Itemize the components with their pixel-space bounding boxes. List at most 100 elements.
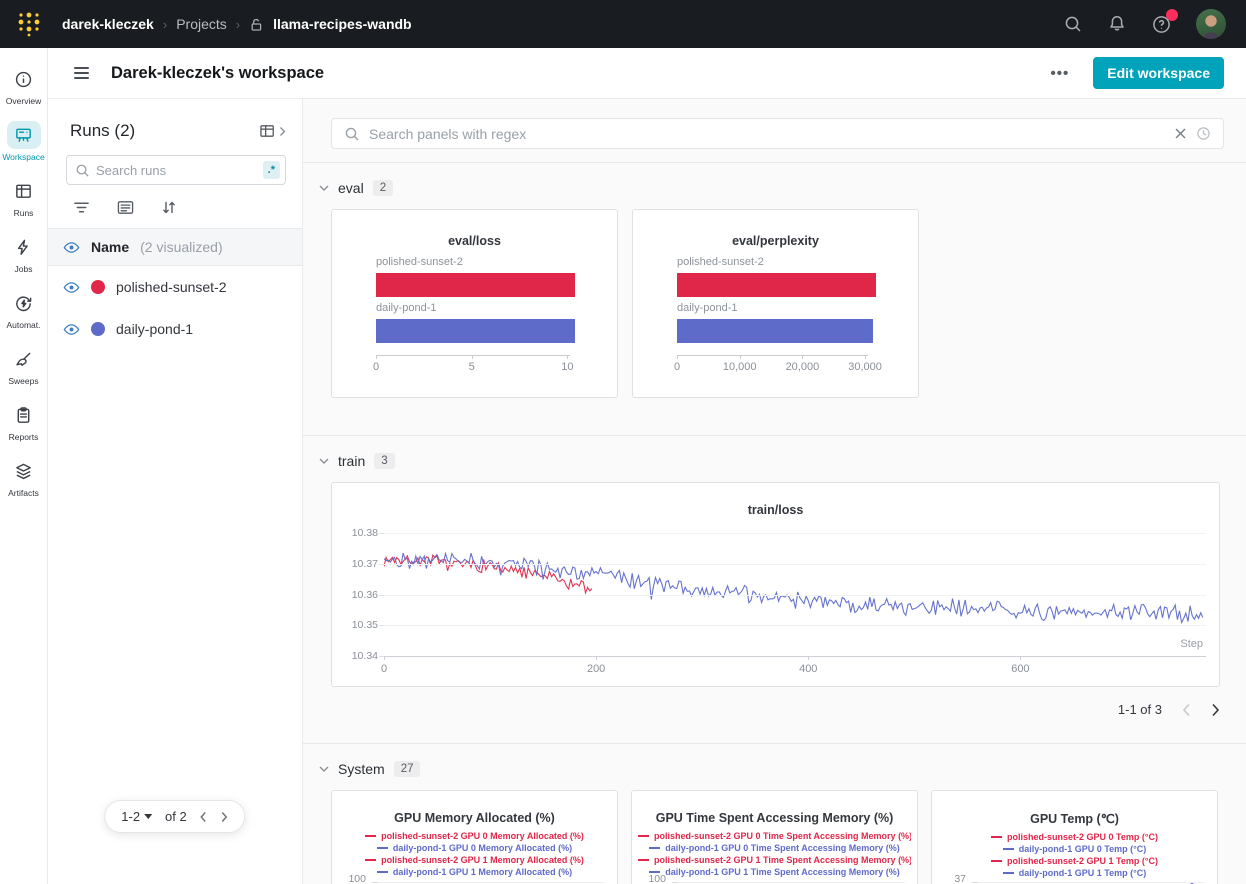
- legend-item[interactable]: daily-pond-1 GPU 1 Time Spent Accessing …: [649, 866, 900, 877]
- legend-item[interactable]: daily-pond-1 GPU 0 Memory Allocated (%): [377, 842, 572, 853]
- help-button[interactable]: [1151, 14, 1172, 35]
- section-header-eval[interactable]: eval 2: [303, 163, 1246, 196]
- section-header-train[interactable]: train 3: [303, 436, 1246, 469]
- notifications-bell-icon[interactable]: [1107, 14, 1127, 34]
- panel-gpu-temp[interactable]: GPU Temp (℃) polished-sunset-2 GPU 0 Tem…: [931, 790, 1218, 884]
- sidebar-item-artifacts[interactable]: Artifacts: [0, 450, 48, 506]
- sidebar-item-label: Runs: [14, 208, 34, 218]
- search-icon[interactable]: [1063, 14, 1083, 34]
- sidebar-item-workspace[interactable]: Workspace: [0, 114, 48, 170]
- legend-swatch: [649, 847, 660, 849]
- wandb-logo[interactable]: [12, 7, 46, 41]
- run-row-polished-sunset-2[interactable]: polished-sunset-2: [48, 266, 302, 308]
- line-plot: 10090: [332, 879, 605, 884]
- chevron-down-icon: [319, 765, 329, 773]
- run-name[interactable]: polished-sunset-2: [116, 279, 227, 295]
- y-tick-label: 100: [332, 873, 366, 884]
- legend-item[interactable]: polished-sunset-2 GPU 0 Memory Allocated…: [365, 830, 584, 841]
- search-icon: [75, 163, 90, 178]
- legend-item[interactable]: polished-sunset-2 GPU 1 Memory Allocated…: [365, 854, 584, 865]
- legend-swatch: [377, 847, 388, 849]
- x-tick-label: 5: [469, 361, 475, 373]
- search-history-icon[interactable]: [1196, 126, 1211, 141]
- section-count-badge: 3: [374, 453, 394, 469]
- bar[interactable]: [376, 319, 575, 343]
- x-axis-line: [677, 355, 868, 356]
- left-sidebar: Overview Workspace Runs: [0, 48, 48, 884]
- eye-icon[interactable]: [63, 322, 80, 337]
- bar[interactable]: [376, 273, 575, 297]
- x-axis-tick: [808, 656, 809, 660]
- bar[interactable]: [677, 319, 873, 343]
- legend-label: polished-sunset-2 GPU 1 Time Spent Acces…: [654, 855, 911, 865]
- more-options-button[interactable]: •••: [1051, 65, 1070, 82]
- breadcrumb-project[interactable]: llama-recipes-wandb: [273, 16, 412, 32]
- y-tick-label: 10.37: [338, 558, 378, 570]
- regex-toggle-button[interactable]: .*: [263, 161, 280, 179]
- next-page-button[interactable]: [221, 811, 229, 823]
- legend-item[interactable]: polished-sunset-2 GPU 0 Time Spent Acces…: [638, 830, 911, 841]
- panel-search-input[interactable]: [369, 126, 1165, 142]
- sidebar-item-jobs[interactable]: Jobs: [0, 226, 48, 282]
- panel-train-loss[interactable]: train/loss Step 10.3410.3510.3610.3710.3…: [331, 482, 1220, 687]
- clipboard-icon: [7, 401, 41, 429]
- x-axis-tick: [865, 355, 866, 359]
- breadcrumb-user[interactable]: darek-kleczek: [62, 16, 154, 32]
- previous-page-button[interactable]: [200, 811, 208, 823]
- breadcrumb-projects[interactable]: Projects: [176, 16, 227, 32]
- panel-eval-loss[interactable]: eval/loss polished-sunset-2daily-pond-10…: [331, 209, 618, 398]
- group-list-icon[interactable]: [117, 200, 134, 215]
- legend-item[interactable]: daily-pond-1 GPU 1 Temp (°C): [1003, 867, 1146, 878]
- filter-icon[interactable]: [73, 200, 90, 215]
- section-header-system[interactable]: System 27: [303, 744, 1246, 777]
- previous-panel-page-button[interactable]: [1182, 703, 1191, 717]
- section-count-badge: 2: [373, 180, 393, 196]
- sidebar-item-runs[interactable]: Runs: [0, 170, 48, 226]
- panel-eval-perplexity[interactable]: eval/perplexity polished-sunset-2daily-p…: [632, 209, 919, 398]
- clear-search-icon[interactable]: [1174, 127, 1187, 140]
- runs-search-input[interactable]: [96, 163, 257, 178]
- legend-item[interactable]: polished-sunset-2 GPU 0 Temp (°C): [991, 831, 1158, 842]
- legend-label: polished-sunset-2 GPU 0 Time Spent Acces…: [654, 831, 911, 841]
- legend-swatch: [1003, 872, 1014, 874]
- menu-hamburger-icon[interactable]: [74, 67, 89, 79]
- legend-label: polished-sunset-2 GPU 1 Memory Allocated…: [381, 855, 584, 865]
- legend-swatch: [365, 835, 376, 837]
- section-name: System: [338, 761, 385, 777]
- panel-gpu-memory-allocated[interactable]: GPU Memory Allocated (%) polished-sunset…: [331, 790, 618, 884]
- sidebar-item-sweeps[interactable]: Sweeps: [0, 338, 48, 394]
- edit-workspace-button[interactable]: Edit workspace: [1093, 57, 1224, 89]
- legend-item[interactable]: polished-sunset-2 GPU 1 Temp (°C): [991, 855, 1158, 866]
- eye-icon[interactable]: [63, 240, 80, 255]
- run-name[interactable]: daily-pond-1: [116, 321, 193, 337]
- x-tick-label: 10: [561, 361, 573, 373]
- next-panel-page-button[interactable]: [1211, 703, 1220, 717]
- y-axis-tick: [379, 533, 384, 534]
- legend-item[interactable]: daily-pond-1 GPU 0 Temp (°C): [1003, 843, 1146, 854]
- legend-item[interactable]: polished-sunset-2 GPU 1 Time Spent Acces…: [638, 854, 911, 865]
- legend-item[interactable]: daily-pond-1 GPU 0 Time Spent Accessing …: [649, 842, 900, 853]
- expand-runs-table-button[interactable]: [260, 124, 286, 139]
- sidebar-item-reports[interactable]: Reports: [0, 394, 48, 450]
- user-avatar[interactable]: [1196, 9, 1226, 39]
- page-total-label: of 2: [165, 809, 187, 824]
- legend-item[interactable]: daily-pond-1 GPU 1 Memory Allocated (%): [377, 866, 572, 877]
- x-tick-label: 600: [1011, 663, 1029, 675]
- breadcrumb-separator: ›: [163, 17, 167, 32]
- panel-gpu-time-accessing-memory[interactable]: GPU Time Spent Accessing Memory (%) poli…: [631, 790, 918, 884]
- lightning-icon: [7, 233, 41, 261]
- line-plot: 3736.5: [932, 879, 1205, 884]
- sort-icon[interactable]: [161, 200, 177, 215]
- page-range-dropdown[interactable]: 1-2: [121, 809, 152, 824]
- sidebar-item-automations[interactable]: Automat.: [0, 282, 48, 338]
- x-tick-label: 10,000: [723, 361, 757, 373]
- sidebar-item-overview[interactable]: Overview: [0, 58, 48, 114]
- run-row-daily-pond-1[interactable]: daily-pond-1: [48, 308, 302, 350]
- eye-icon[interactable]: [63, 280, 80, 295]
- bar[interactable]: [677, 273, 876, 297]
- workspace-title: Darek-kleczek's workspace: [111, 64, 324, 83]
- sidebar-item-label: Reports: [9, 432, 39, 442]
- table-icon: [7, 177, 41, 205]
- x-axis-label: Step: [1180, 638, 1203, 650]
- y-axis-tick: [379, 595, 384, 596]
